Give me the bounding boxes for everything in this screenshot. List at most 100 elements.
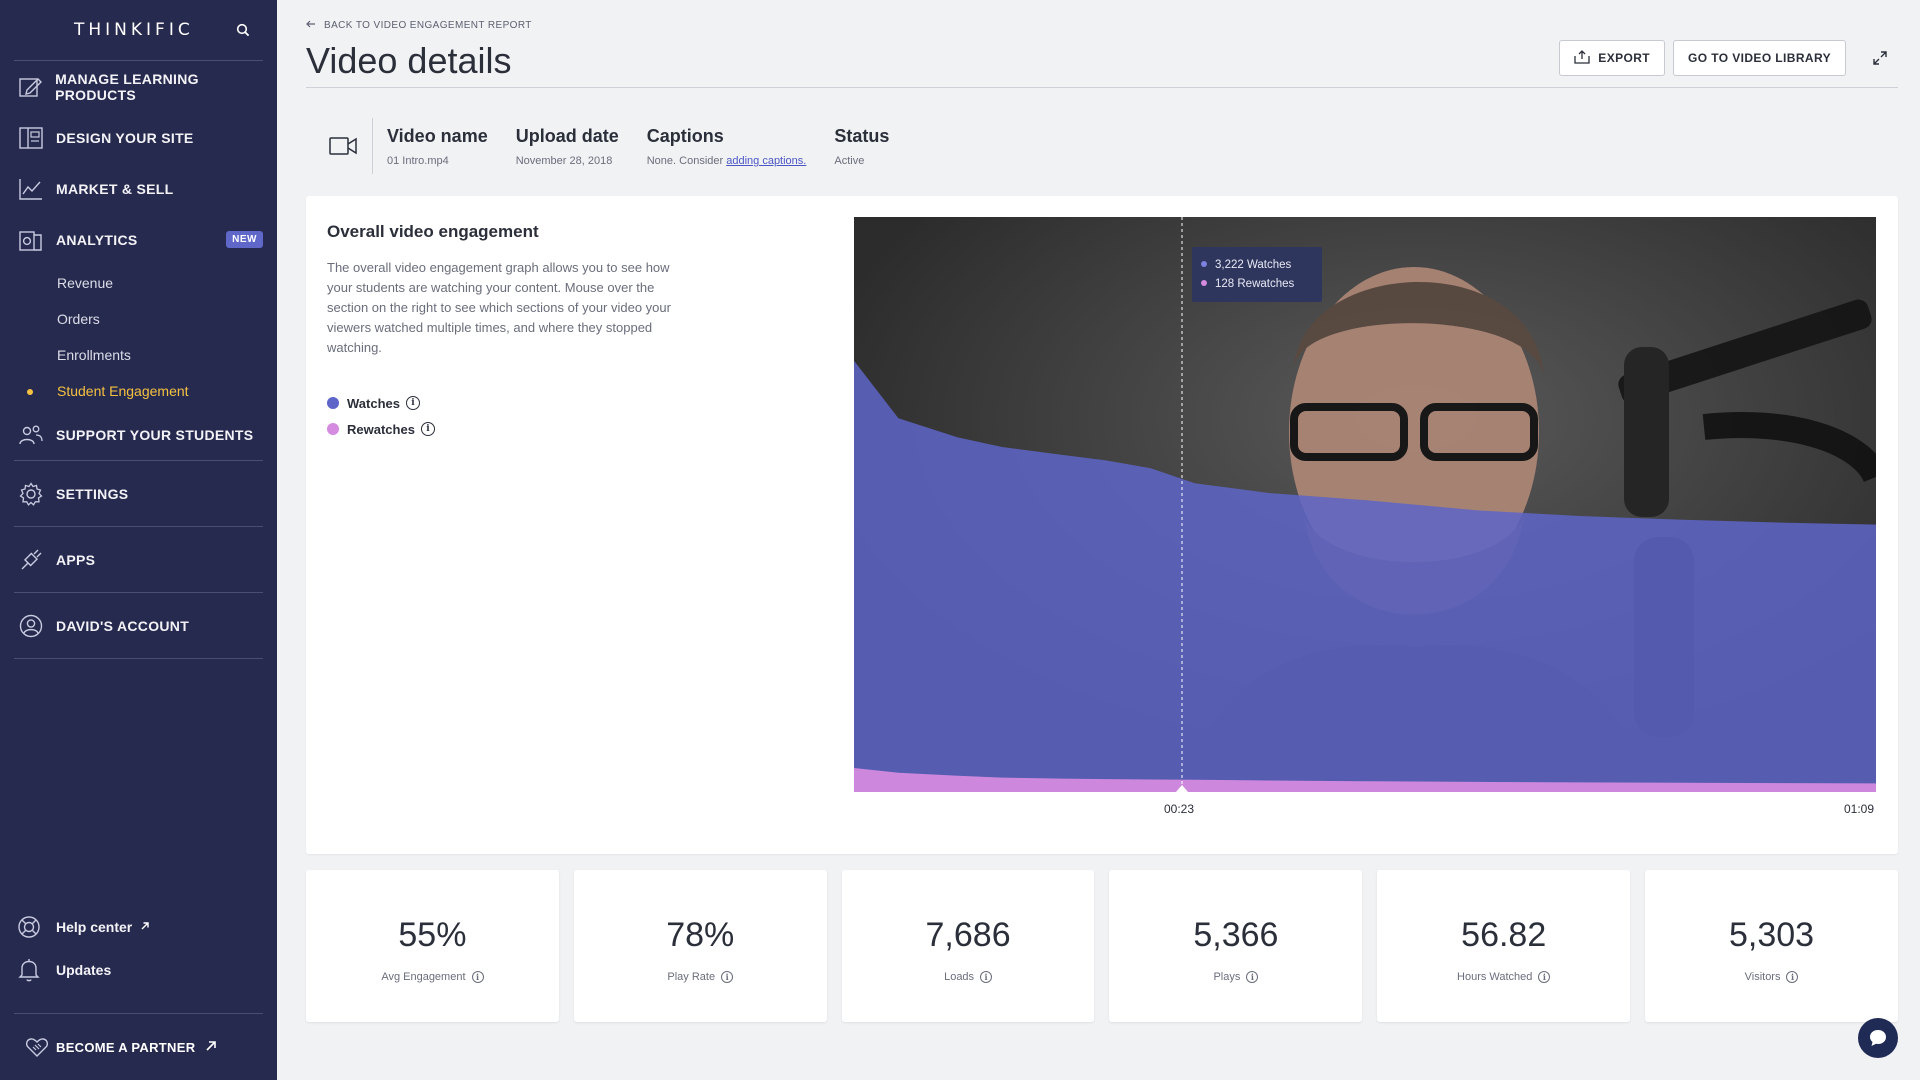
sidebar-subitem-orders[interactable]: Orders xyxy=(0,301,277,337)
upload-icon xyxy=(1574,49,1590,67)
stat-value: 78% xyxy=(666,915,735,954)
sidebar-item-apps[interactable]: APPS xyxy=(0,527,277,592)
captions-label: Captions xyxy=(646,126,724,146)
sidebar-item-label: DAVID'S ACCOUNT xyxy=(56,617,190,634)
sidebar-item-settings[interactable]: SETTINGS xyxy=(0,461,277,526)
search-icon[interactable] xyxy=(235,22,251,38)
page-title: Video details xyxy=(306,40,512,81)
back-link[interactable]: BACK TO VIDEO ENGAGEMENT REPORT xyxy=(306,20,532,31)
upload-date-label: Upload date xyxy=(515,126,619,146)
stat-value: 56.82 xyxy=(1461,915,1547,954)
brand-bar: THINKIFIC xyxy=(0,0,277,60)
adding-captions-link[interactable]: adding captions. xyxy=(726,155,806,167)
updates-label: Updates xyxy=(56,961,112,978)
video-name-label: Video name xyxy=(387,126,488,146)
sidebar-item-label: DESIGN YOUR SITE xyxy=(56,129,194,146)
stat-label: Loads i xyxy=(944,970,993,983)
captions-field: Captions None. Consider adding captions. xyxy=(647,118,807,167)
upload-date-value: November 28, 2018 xyxy=(515,155,613,167)
stat-label-text: Plays xyxy=(1213,970,1241,983)
sidebar-item-label: SETTINGS xyxy=(56,485,129,502)
legend-rewatches: Rewatches i xyxy=(327,416,435,442)
sidebar-subitem-revenue[interactable]: Revenue xyxy=(0,265,277,301)
arrow-left-icon xyxy=(306,20,316,31)
stat-label-text: Hours Watched xyxy=(1457,970,1533,983)
engagement-chart[interactable]: 3,222 Watches 128 Rewatches xyxy=(854,217,1876,792)
sidebar-subitem-enrollments[interactable]: Enrollments xyxy=(0,337,277,373)
account-icon xyxy=(16,614,46,638)
sidebar-item-label: APPS xyxy=(56,551,96,568)
video-info: Video name 01 Intro.mp4 Upload date Nove… xyxy=(326,118,917,174)
divider xyxy=(306,87,1898,88)
stat-value: 5,366 xyxy=(1193,915,1279,954)
chat-icon[interactable] xyxy=(1858,1018,1898,1058)
x-axis-end-label: 01:09 xyxy=(1844,802,1875,816)
stat-card: 56.82 Hours Watched i xyxy=(1377,870,1631,1022)
stat-card: 5,303 Visitors i xyxy=(1645,870,1898,1022)
info-icon[interactable]: i xyxy=(471,970,484,983)
rewatches-swatch xyxy=(327,423,339,435)
external-link-icon xyxy=(205,1040,217,1055)
video-name-value: 01 Intro.mp4 xyxy=(387,155,449,167)
captions-value: None. Consider adding captions. xyxy=(647,155,807,167)
stat-label-text: Play Rate xyxy=(667,970,716,983)
stat-card: 78% Play Rate i xyxy=(573,870,827,1022)
export-label: EXPORT xyxy=(1598,51,1651,65)
stat-card: 7,686 Loads i xyxy=(841,870,1095,1022)
info-icon[interactable]: i xyxy=(420,422,435,436)
become-partner-link[interactable]: BECOME A PARTNER xyxy=(0,1014,277,1080)
legend-rewatches-label: Rewatches xyxy=(347,421,415,437)
export-button[interactable]: EXPORT xyxy=(1559,40,1666,76)
stats-row: 55% Avg Engagement i 78% Play Rate i 7,686… xyxy=(306,870,1898,1022)
sidebar-item-market[interactable]: MARKET & SELL xyxy=(0,163,277,214)
sidebar-item-label: MANAGE LEARNING PRODUCTS xyxy=(55,70,199,103)
info-icon[interactable]: i xyxy=(721,970,734,983)
engagement-card: Overall video engagement The overall vid… xyxy=(306,196,1898,854)
sidebar-item-analytics[interactable]: ANALYTICS NEW xyxy=(0,214,277,265)
stat-card: 5,366 Plays i xyxy=(1109,870,1363,1022)
divider xyxy=(14,658,263,659)
captions-prefix: None. Consider xyxy=(646,155,727,167)
legend-watches: Watches i xyxy=(327,390,435,416)
stat-label: Visitors i xyxy=(1745,970,1799,983)
stat-card: 55% Avg Engagement i xyxy=(306,870,559,1022)
watches-swatch xyxy=(327,397,339,409)
back-link-label: BACK TO VIDEO ENGAGEMENT REPORT xyxy=(324,20,532,31)
edit-icon xyxy=(16,75,45,99)
sidebar-bottom: Help center Updates BECOME A PARTNER xyxy=(0,905,277,1080)
x-axis-marker-label: 00:23 xyxy=(1164,802,1195,816)
info-icon[interactable]: i xyxy=(405,396,420,410)
sidebar-item-label: MARKET & SELL xyxy=(56,180,174,197)
status-label: Status xyxy=(834,126,890,146)
stat-label: Plays i xyxy=(1213,970,1259,983)
sidebar-subitem-student-engagement[interactable]: Student Engagement xyxy=(0,373,277,409)
info-icon[interactable]: i xyxy=(1538,970,1551,983)
divider xyxy=(372,118,373,174)
analytics-icon xyxy=(16,228,46,252)
info-icon[interactable]: i xyxy=(1786,970,1799,983)
status-field: Status Active xyxy=(834,118,889,167)
sidebar-item-account[interactable]: DAVID'S ACCOUNT xyxy=(0,593,277,658)
brand-logo[interactable]: THINKIFIC xyxy=(74,20,194,40)
stat-label-text: Avg Engagement xyxy=(381,970,466,983)
gear-icon xyxy=(16,481,46,506)
sidebar-item-design[interactable]: DESIGN YOUR SITE xyxy=(0,112,277,163)
video-library-button[interactable]: GO TO VIDEO LIBRARY xyxy=(1673,40,1846,76)
tooltip-rewatches: 128 Rewatches xyxy=(1215,278,1295,290)
help-center-label: Help center xyxy=(56,918,133,935)
sidebar-item-label: ANALYTICS xyxy=(56,231,138,248)
help-icon xyxy=(16,915,42,939)
updates-link[interactable]: Updates xyxy=(0,948,277,991)
sidebar-item-support[interactable]: SUPPORT YOUR STUDENTS xyxy=(0,409,277,460)
help-center-link[interactable]: Help center xyxy=(0,905,277,948)
external-link-icon xyxy=(140,920,150,934)
chart-tooltip: 3,222 Watches 128 Rewatches xyxy=(1192,247,1322,302)
handshake-icon xyxy=(24,1035,50,1059)
become-partner-label: BECOME A PARTNER xyxy=(56,1039,196,1055)
stat-value: 7,686 xyxy=(925,915,1011,954)
expand-icon[interactable] xyxy=(1862,40,1898,76)
info-icon[interactable]: i xyxy=(980,970,993,983)
sidebar-item-manage[interactable]: MANAGE LEARNING PRODUCTS xyxy=(0,61,277,112)
legend-watches-label: Watches xyxy=(347,395,400,411)
info-icon[interactable]: i xyxy=(1246,970,1259,983)
